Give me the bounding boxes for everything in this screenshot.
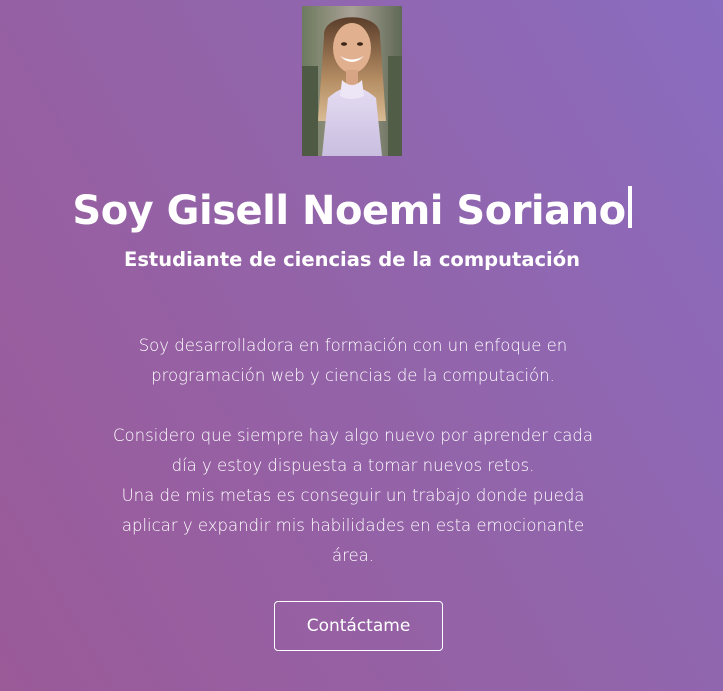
bio-paragraph-1: Soy desarrolladora en formación con un e… xyxy=(138,336,568,385)
bio-paragraph-2-line-1: Considero que siempre hay algo nuevo por… xyxy=(113,426,593,475)
name-heading: Soy Gisell Noemi Soriano xyxy=(72,188,626,234)
hero-section: Soy Gisell Noemi Soriano Estudiante de c… xyxy=(0,0,723,691)
profile-photo-image xyxy=(302,6,402,156)
bio-paragraph-2-line-2: Una de mis metas es conseguir un trabajo… xyxy=(121,486,585,565)
contact-button[interactable]: Contáctame xyxy=(274,601,443,651)
subtitle: Estudiante de ciencias de la computación xyxy=(124,248,580,271)
profile-photo xyxy=(302,6,402,156)
bio-text: Soy desarrolladora en formación con un e… xyxy=(103,331,603,571)
name-heading-wrap: Soy Gisell Noemi Soriano xyxy=(0,183,704,239)
typing-cursor xyxy=(627,186,632,228)
